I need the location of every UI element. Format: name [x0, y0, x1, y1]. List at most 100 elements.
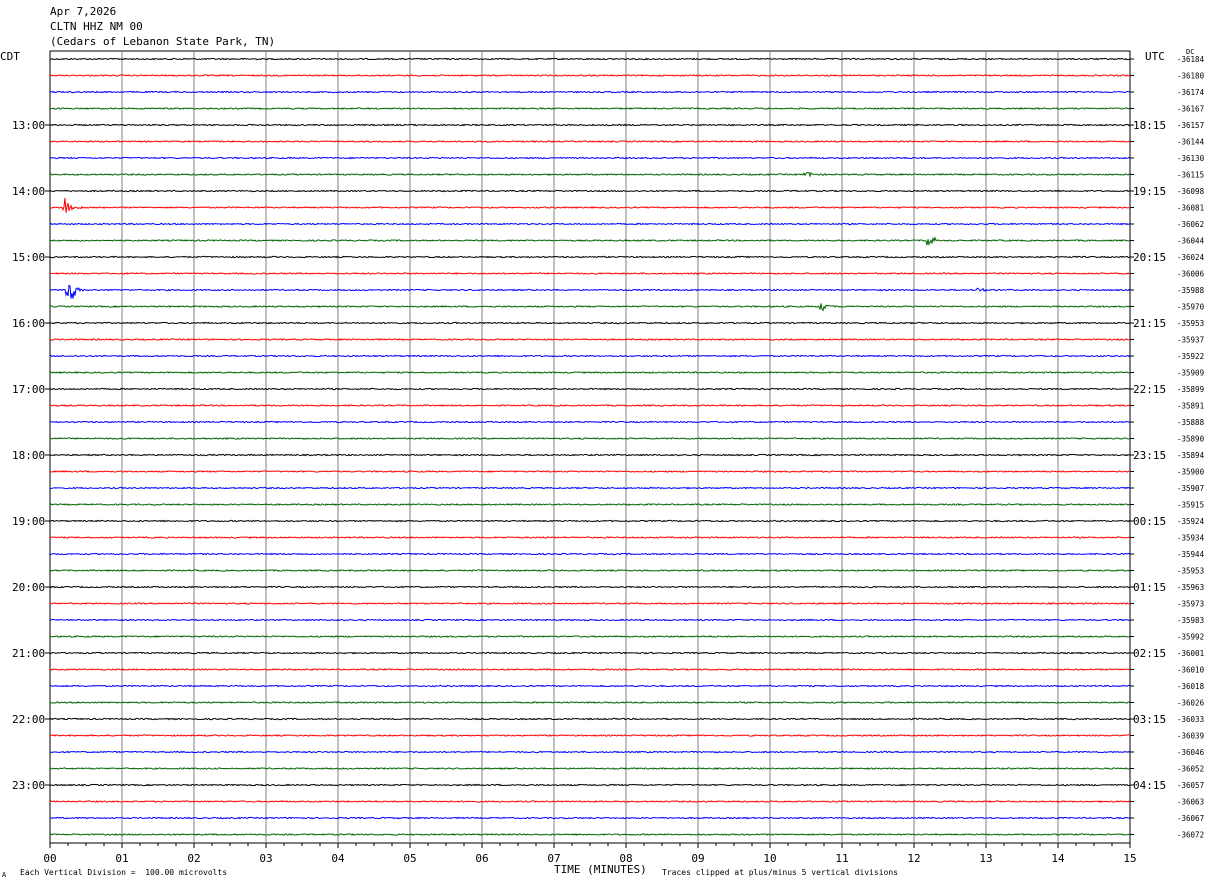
seismic-trace: [49, 236, 1131, 246]
right-hour-label: 23:15: [1133, 449, 1166, 462]
dc-offset-label: -35983: [1177, 616, 1204, 625]
seismic-trace: [49, 387, 1131, 391]
left-hour-label: 20:00: [12, 581, 45, 594]
dc-offset-label: -36026: [1177, 699, 1205, 708]
dc-offset-label: -36184: [1177, 55, 1205, 64]
dc-offset-label: -35922: [1177, 352, 1204, 361]
seismic-trace: [49, 189, 1131, 193]
x-tick-label: 04: [331, 852, 345, 865]
seismic-trace: [49, 371, 1131, 374]
seismic-trace: [49, 321, 1131, 325]
seismic-trace: [49, 486, 1131, 490]
seismic-trace: [49, 222, 1131, 226]
dc-offset-label: -35888: [1177, 418, 1205, 427]
dc-offset-label: -35992: [1177, 633, 1204, 642]
seismic-trace: [49, 437, 1131, 440]
seismic-trace: [49, 90, 1131, 94]
dc-offset-label: -36057: [1177, 781, 1204, 790]
right-hour-label: 04:15: [1133, 779, 1166, 792]
seismic-trace: [49, 284, 1131, 299]
seismic-trace: [50, 816, 1131, 820]
seismic-trace: [49, 420, 1131, 424]
x-tick-label: 08: [619, 852, 632, 865]
seismic-trace: [49, 255, 1131, 259]
dc-offset-label: -35915: [1177, 501, 1204, 510]
right-hour-label: 00:15: [1133, 515, 1166, 528]
seismic-trace: [49, 404, 1131, 407]
dc-offset-label: -35953: [1177, 567, 1204, 576]
seismic-trace: [49, 57, 1131, 61]
left-hour-label: 15:00: [12, 251, 45, 264]
dc-offset-label: -35894: [1177, 451, 1205, 460]
left-hour-label: 14:00: [12, 185, 45, 198]
dc-offset-label: -36046: [1177, 748, 1205, 757]
x-tick-label: 12: [907, 852, 920, 865]
dc-offset-label: -36130: [1177, 154, 1205, 163]
dc-offset-label: -36010: [1177, 666, 1205, 675]
seismic-trace: [49, 783, 1131, 787]
dc-offset-label: -35909: [1177, 369, 1204, 378]
dc-offset-label: -36044: [1177, 237, 1205, 246]
dc-offset-label: -36180: [1177, 72, 1205, 81]
right-hour-label: 18:15: [1133, 119, 1166, 132]
right-hour-label: 22:15: [1133, 383, 1166, 396]
left-hour-label: 13:00: [12, 119, 45, 132]
right-hour-label: 21:15: [1133, 317, 1166, 330]
dc-offset-label: -35970: [1177, 303, 1205, 312]
seismic-trace: [49, 338, 1131, 341]
x-tick-label: 09: [691, 852, 704, 865]
right-hour-label: 01:15: [1133, 581, 1166, 594]
right-hour-label: 02:15: [1133, 647, 1166, 660]
dc-offset-label: -36174: [1177, 88, 1205, 97]
right-hour-label: 03:15: [1133, 713, 1166, 726]
dc-offset-label: -35907: [1177, 484, 1204, 493]
dc-offset-label: -36067: [1177, 814, 1204, 823]
plot-frame: [49, 50, 1131, 844]
left-hour-label: 21:00: [12, 647, 45, 660]
dc-offset-label: -35899: [1177, 385, 1204, 394]
x-tick-label: 13: [979, 852, 992, 865]
dc-offset-label: -36063: [1177, 798, 1204, 807]
dc-offset-label: -35973: [1177, 600, 1204, 609]
dc-offset-label: -36115: [1177, 171, 1204, 180]
dc-offset-label: -36144: [1177, 138, 1205, 147]
seismic-trace: [49, 734, 1131, 737]
dc-offset-label: -35944: [1177, 550, 1205, 559]
seismic-trace: [49, 651, 1131, 655]
seismic-trace: [49, 74, 1131, 77]
seismic-trace: [49, 107, 1131, 110]
dc-offset-label: -35924: [1177, 517, 1205, 526]
helicorder-plot: 00 01 02 03 04 05 06 07 08 09 10 11 12 13 14 15 -36184 -3…: [12, 50, 1205, 865]
x-tick-label: 05: [403, 852, 416, 865]
seismic-trace: [49, 123, 1131, 127]
dc-offset-label: -35988: [1177, 286, 1205, 295]
seismic-trace: [49, 171, 1131, 178]
dc-offset-label: -36039: [1177, 732, 1204, 741]
dc-offset-label: -36157: [1177, 121, 1204, 130]
x-tick-label: 07: [547, 852, 560, 865]
dc-offset-label: -35953: [1177, 319, 1204, 328]
seismic-trace: [49, 156, 1131, 160]
dc-offset-label: -35891: [1177, 402, 1204, 411]
seismic-trace: [49, 602, 1131, 605]
x-tick-label: 11: [835, 852, 848, 865]
left-hour-label: 22:00: [12, 713, 45, 726]
dc-offset-label: -36001: [1177, 649, 1204, 658]
x-tick-label: 02: [187, 852, 200, 865]
seismic-trace: [49, 519, 1131, 523]
dc-offset-label: -36052: [1177, 765, 1204, 774]
x-tick-label: 06: [475, 852, 488, 865]
left-hour-label: 19:00: [12, 515, 45, 528]
seismic-trace: [49, 503, 1131, 506]
dc-offset-label: -36018: [1177, 682, 1205, 691]
seismic-trace: [49, 354, 1131, 358]
x-tick-label: 15: [1123, 852, 1136, 865]
dc-offset-label: -36062: [1177, 220, 1204, 229]
x-tick-label: 03: [259, 852, 272, 865]
seismic-trace: [49, 618, 1131, 622]
dc-offset-label: -35934: [1177, 534, 1205, 543]
seismic-trace: [50, 635, 1131, 638]
right-hour-label: 19:15: [1133, 185, 1166, 198]
x-tick-label: 01: [115, 852, 128, 865]
dc-offset-label: -35900: [1177, 468, 1205, 477]
